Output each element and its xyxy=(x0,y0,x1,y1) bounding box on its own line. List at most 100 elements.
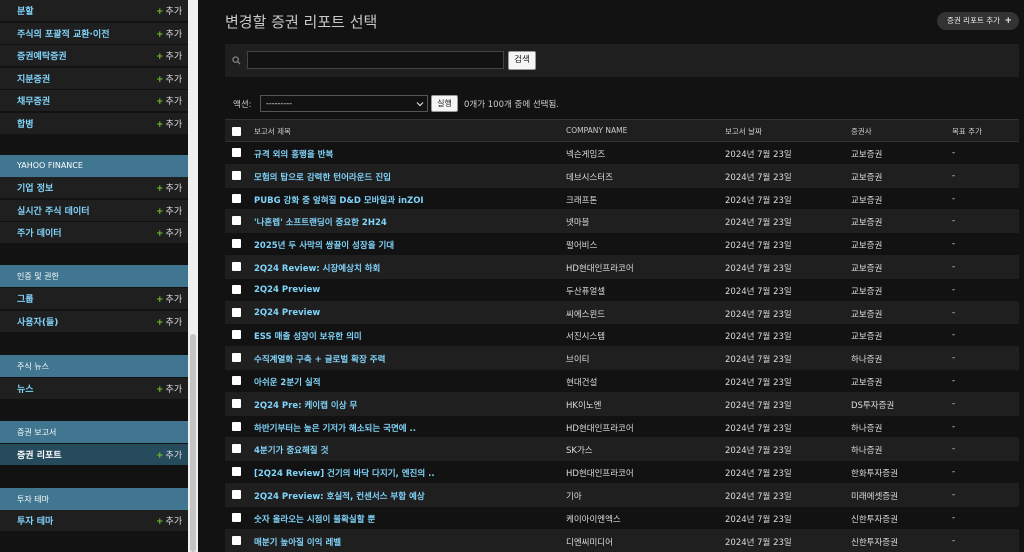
sidebar-add-link[interactable]: + 추가 xyxy=(156,117,182,130)
row-checkbox[interactable] xyxy=(232,467,241,477)
sidebar-item-label[interactable]: 기업 정보 xyxy=(17,181,53,194)
report-title-link[interactable]: 하반기부터는 높은 기저가 해소되는 국면에 .. xyxy=(254,422,416,434)
table-row: 규격 외의 흥행을 반복 넥슨게임즈 2024년 7월 23일 교보증권 - xyxy=(225,142,1019,165)
sidebar-item[interactable]: 실시간 주식 데이터 + 추가 xyxy=(0,199,188,222)
sidebar-item[interactable]: 주가 데이터 + 추가 xyxy=(0,222,188,244)
report-title-link[interactable]: 2Q24 Review: 시장예상치 하회 xyxy=(254,262,380,274)
sidebar-add-link[interactable]: + 추가 xyxy=(156,27,182,40)
row-checkbox[interactable] xyxy=(232,444,241,454)
actions-select[interactable]: --------- xyxy=(260,95,428,112)
report-title-link[interactable]: 매분기 높아질 이익 레벨 xyxy=(254,536,341,548)
sidebar-item[interactable]: 채무증권 + 추가 xyxy=(0,90,188,112)
report-title-link[interactable]: ESS 매출 성장이 보유한 의미 xyxy=(254,330,362,342)
row-checkbox[interactable] xyxy=(232,170,241,180)
sidebar-item[interactable]: 합병 + 추가 xyxy=(0,112,188,135)
row-checkbox[interactable] xyxy=(232,307,241,317)
sidebar-item[interactable]: 분할 + 추가 xyxy=(0,0,188,22)
row-checkbox[interactable] xyxy=(232,489,241,499)
sidebar-add-link[interactable]: + 추가 xyxy=(156,49,182,62)
sidebar-section-caption[interactable]: YAHOO FINANCE xyxy=(0,155,188,177)
row-checkbox[interactable] xyxy=(232,330,241,340)
sidebar-add-link[interactable]: + 추가 xyxy=(156,315,182,328)
sidebar-item[interactable]: 투자 테마 + 추가 xyxy=(0,510,188,532)
sidebar-add-link[interactable]: + 추가 xyxy=(156,72,182,85)
sidebar-item-label[interactable]: 채무증권 xyxy=(17,94,50,107)
sidebar-add-link[interactable]: + 추가 xyxy=(156,292,182,305)
sidebar-section-caption[interactable]: 인증 및 권한 xyxy=(0,265,188,287)
sidebar-item[interactable]: 주식의 포괄적 교환·이전 + 추가 xyxy=(0,22,188,45)
search-input[interactable] xyxy=(247,51,504,69)
report-title-link[interactable]: 2025년 두 사막의 쌍끌이 성장을 기대 xyxy=(254,239,394,251)
row-checkbox[interactable] xyxy=(232,148,241,157)
sidebar-section-caption[interactable]: 주식 뉴스 xyxy=(0,355,188,377)
column-header-title[interactable]: 보고서 제목 xyxy=(254,126,291,137)
sidebar-item-label[interactable]: 주가 데이터 xyxy=(17,226,62,239)
report-title-link[interactable]: 2Q24 Preview xyxy=(254,308,320,318)
row-checkbox[interactable] xyxy=(232,216,241,226)
sidebar-item[interactable]: 증권 리포트 + 추가 xyxy=(0,443,188,466)
sidebar-item[interactable]: 증권예탁증권 + 추가 xyxy=(0,45,188,67)
report-title-link[interactable]: 규격 외의 흥행을 반복 xyxy=(254,148,333,160)
row-checkbox[interactable] xyxy=(232,421,241,431)
sidebar-item-label[interactable]: 지분증권 xyxy=(17,72,50,85)
sidebar-add-link[interactable]: + 추가 xyxy=(156,226,182,239)
table-row: [2Q24 Review] 건기의 바닥 다지기, 엔진의 .. HD현대인프라코… xyxy=(225,461,1019,484)
row-checkbox[interactable] xyxy=(232,375,241,385)
row-checkbox[interactable] xyxy=(232,239,241,249)
sidebar-section-caption[interactable]: 투자 테마 xyxy=(0,488,188,510)
report-title-link[interactable]: 2Q24 Preview: 호실적, 컨센서스 부합 예상 xyxy=(254,490,425,502)
sidebar-item[interactable]: 기업 정보 + 추가 xyxy=(0,177,188,199)
row-checkbox[interactable] xyxy=(232,261,241,271)
sidebar-add-link[interactable]: + 추가 xyxy=(156,4,182,17)
sidebar-add-link[interactable]: + 추가 xyxy=(156,514,182,527)
add-report-button[interactable]: 증권 리포트 추가 + xyxy=(937,12,1019,30)
sidebar-item-label[interactable]: 합병 xyxy=(17,117,34,130)
report-title-link[interactable]: [2Q24 Review] 건기의 바닥 다지기, 엔진의 .. xyxy=(254,467,435,479)
sidebar-add-link[interactable]: + 추가 xyxy=(156,204,182,217)
sidebar-add-link[interactable]: + 추가 xyxy=(156,382,182,395)
report-title-link[interactable]: 2Q24 Preview xyxy=(254,285,320,295)
report-title-link[interactable]: 모험의 탑으로 강력한 턴어라운드 진입 xyxy=(254,171,391,183)
sidebar-scrollbar-thumb[interactable] xyxy=(190,334,196,552)
sidebar-item-label[interactable]: 주식의 포괄적 교환·이전 xyxy=(17,27,110,40)
row-checkbox[interactable] xyxy=(232,284,241,294)
report-title-link[interactable]: 4분기가 중요해질 것 xyxy=(254,444,328,456)
sidebar-add-link[interactable]: + 추가 xyxy=(156,94,182,107)
sidebar-item-label[interactable]: 뉴스 xyxy=(17,382,34,395)
report-title-link[interactable]: '나혼렙' 소프트랜딩이 중요한 2H24 xyxy=(254,216,387,228)
column-header-target[interactable]: 목표 주가 xyxy=(952,126,982,137)
sidebar-add-link[interactable]: + 추가 xyxy=(156,448,182,461)
report-title-link[interactable]: 수직계열화 구축 + 글로벌 확장 주력 xyxy=(254,353,385,365)
row-checkbox[interactable] xyxy=(232,535,241,545)
company-cell: 두산퓨얼셀 xyxy=(566,286,606,297)
sidebar-item-label[interactable]: 증권 리포트 xyxy=(17,448,62,461)
sidebar-item-label[interactable]: 그룹 xyxy=(17,292,34,305)
sidebar-item[interactable]: 뉴스 + 추가 xyxy=(0,377,188,400)
row-checkbox[interactable] xyxy=(232,512,241,522)
table-row: 하반기부터는 높은 기저가 해소되는 국면에 .. HD현대인프라코어 2024년 … xyxy=(225,415,1019,439)
sidebar-item[interactable]: 사용자(들) + 추가 xyxy=(0,310,188,333)
report-title-link[interactable]: 아쉬운 2분기 실적 xyxy=(254,376,321,388)
run-button[interactable]: 실행 xyxy=(431,95,458,112)
row-checkbox[interactable] xyxy=(232,193,241,203)
select-all-checkbox[interactable] xyxy=(232,127,241,136)
sidebar-item-label[interactable]: 증권예탁증권 xyxy=(17,49,67,62)
report-title-link[interactable]: 숫자 올라오는 시점이 불확실할 뿐 xyxy=(254,513,375,525)
column-header-broker[interactable]: 증권사 xyxy=(851,126,872,137)
column-header-date[interactable]: 보고서 날짜 xyxy=(725,126,762,137)
column-header-company[interactable]: COMPANY NAME xyxy=(566,126,627,135)
report-title-link[interactable]: PUBG 강화 중 엎혀질 D&D 모바일과 inZOI xyxy=(254,194,424,206)
sidebar-item[interactable]: 그룹 + 추가 xyxy=(0,288,188,310)
sidebar-item-label[interactable]: 실시간 주식 데이터 xyxy=(17,204,90,217)
sidebar-add-link[interactable]: + 추가 xyxy=(156,181,182,194)
sidebar-item-label[interactable]: 투자 테마 xyxy=(17,514,53,527)
sidebar-item-label[interactable]: 분할 xyxy=(17,4,34,17)
row-checkbox[interactable] xyxy=(232,398,241,408)
sidebar-item-label[interactable]: 사용자(들) xyxy=(17,315,58,328)
sidebar-item[interactable]: 지분증권 + 추가 xyxy=(0,67,188,90)
row-checkbox[interactable] xyxy=(232,353,241,363)
search-button[interactable]: 검색 xyxy=(508,51,536,70)
broker-cell: 하나증권 xyxy=(851,355,883,366)
report-title-link[interactable]: 2Q24 Pre: 케이캡 이상 무 xyxy=(254,399,357,411)
sidebar-section-caption[interactable]: 증권 보고서 xyxy=(0,421,188,443)
